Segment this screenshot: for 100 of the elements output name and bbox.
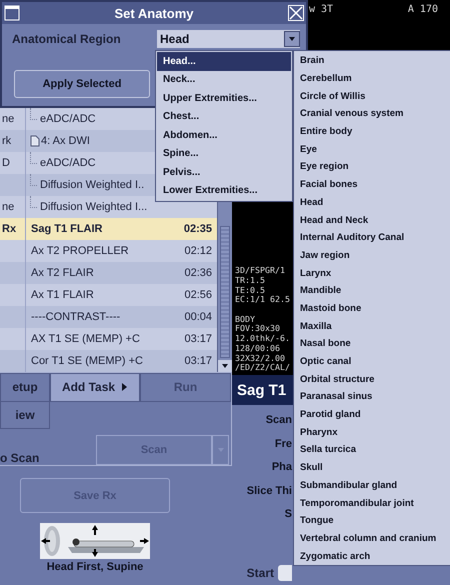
protocol-name: Ax T2 FLAIR [30,267,94,279]
menu-item[interactable]: Head... [157,52,291,70]
protocol-row[interactable]: ne Diffusion Weighted I... [0,196,217,218]
menu-item[interactable]: Mandible [294,282,450,300]
status-text: ne [2,201,14,213]
play-icon [120,383,128,392]
menu-item[interactable]: Eye region [294,158,450,176]
protocol-name: Ax T1 FLAIR [30,289,94,301]
menu-item[interactable]: Circle of Willis [294,87,450,106]
protocol-name: Sag T1 FLAIR [30,223,103,235]
menu-item[interactable]: Temporomandibular joint [294,494,450,512]
menu-item[interactable]: Larynx [294,264,450,282]
menu-item[interactable]: Neck... [157,70,291,89]
scan-parameter: 12.0thk/-6. [235,334,290,344]
protocol-row[interactable]: Ax T2 FLAIR 02:36 [0,262,217,284]
field-label: Scan [266,414,292,428]
scan-parameter: BODY [235,314,255,324]
protocol-row[interactable]: Cor T1 SE (MEMP) +C 03:17 [0,350,217,372]
menu-item[interactable]: Head [294,194,450,212]
protocol-name: ----CONTRAST---- [30,311,120,323]
menu-item[interactable]: Internal Auditory Canal [294,228,450,247]
menu-item[interactable]: Paranasal sinus [294,388,450,406]
menu-item[interactable]: Entire body [294,122,450,140]
scan-parameter: 128/00:06 [235,344,280,354]
protocol-time: 03:17 [184,355,213,367]
window-icon[interactable] [4,5,20,21]
protocol-name: eADC/ADC [39,157,96,169]
region-label: Anatomical Region [12,32,121,46]
protocol-row[interactable]: Ax T2 PROPELLER 02:12 [0,240,217,262]
field-label: S [284,508,292,522]
scan-parameter: 3D/FSPGR/1 [235,266,285,276]
menu-item[interactable]: Zygomatic arch [294,547,450,565]
protocol-time: 02:12 [184,245,213,257]
protocol-name: Diffusion Weighted I.. [39,179,144,191]
menu-item[interactable]: Jaw region [294,246,450,264]
scan-parameter: EC:1/1 62.5 [235,295,290,306]
apply-selected-button[interactable]: Apply Selected [14,70,150,98]
menu-item[interactable]: Parotid gland [294,406,450,424]
menu-item[interactable]: Head and Neck [294,211,450,229]
protocol-name: AX T1 SE (MEMP) +C [30,333,140,345]
task-tab[interactable]: etup [0,373,50,402]
scan-parameter: TR:1.5 [235,276,265,286]
scan-label: o Scan [0,451,40,465]
scan-parameter: TE:0.5 [235,286,265,296]
menu-item[interactable]: Upper Extremities... [157,89,291,108]
protocol-time: 03:17 [184,333,213,345]
field-label: Fre [274,438,292,452]
menu-item[interactable]: Eye [294,140,450,158]
field-label: Slice Thi [246,484,292,498]
image-label: A 170 [408,4,438,15]
scan-parameter: 32X32/2.00 [235,354,285,364]
menu-item[interactable]: Submandibular gland [294,476,450,494]
menu-item[interactable]: Maxilla [294,317,450,335]
protocol-time: 02:36 [184,267,213,279]
view-button[interactable]: iew [0,402,50,429]
menu-item[interactable]: Nasal bone [294,335,450,353]
protocol-row[interactable]: Ax T1 FLAIR 02:56 [0,284,217,306]
tree-line [30,152,37,164]
tree-line [30,196,37,208]
protocol-time: 02:56 [184,289,213,301]
menu-item[interactable]: Brain [294,52,450,70]
menu-item[interactable]: Mastoid bone [294,300,450,318]
menu-item[interactable]: Skull [294,458,450,476]
start-field[interactable] [278,565,292,581]
field-label: Pha [272,461,292,475]
menu-item[interactable]: Pharynx [294,423,450,442]
protocol-time: 00:04 [184,311,213,323]
scan-parameter: FOV:30x30 [235,324,280,334]
patient-position-label: Head First, Supine [46,561,144,573]
document-icon [30,135,40,147]
protocol-time: 02:35 [184,223,213,235]
menu-item[interactable]: Optic canal [294,352,450,370]
image-label: w 3T [309,4,334,15]
protocol-row[interactable]: Rx Sag T1 FLAIR 02:35 [0,218,217,240]
menu-item[interactable]: Cerebellum [294,70,450,88]
protocol-name: Diffusion Weighted I... [39,201,148,213]
menu-item[interactable]: Tongue [294,512,450,530]
protocol-name: eADC/ADC [39,113,96,125]
region-dropdown[interactable]: Head [157,30,300,48]
menu-item[interactable]: Sella turcica [294,441,450,459]
close-button[interactable] [288,5,304,21]
status-text: D [2,157,10,169]
window-title: Set Anatomy [114,6,194,20]
tree-line [30,174,37,186]
scan-parameter: /ED/Z2/CAL/ [235,363,290,373]
status-text: rk [2,135,12,147]
protocol-row[interactable]: ----CONTRAST---- 00:04 [0,306,217,328]
menu-item[interactable]: Vertebral column and cranium [294,530,450,548]
menu-item[interactable]: Cranial venous system [294,105,450,123]
protocol-name: Ax T2 PROPELLER [30,245,129,257]
protocol-name: Cor T1 SE (MEMP) +C [30,355,143,367]
caret-icon [288,35,296,43]
menu-item[interactable]: Facial bones [294,176,450,194]
field-label: Start [246,566,274,580]
task-tab[interactable]: Add Task [50,373,140,402]
protocol-row[interactable]: AX T1 SE (MEMP) +C 03:17 [0,328,217,350]
status-text: ne [2,113,14,125]
close-icon [288,6,303,20]
protocol-name: 4: Ax DWI [40,135,90,147]
status-text: Rx [2,223,16,235]
